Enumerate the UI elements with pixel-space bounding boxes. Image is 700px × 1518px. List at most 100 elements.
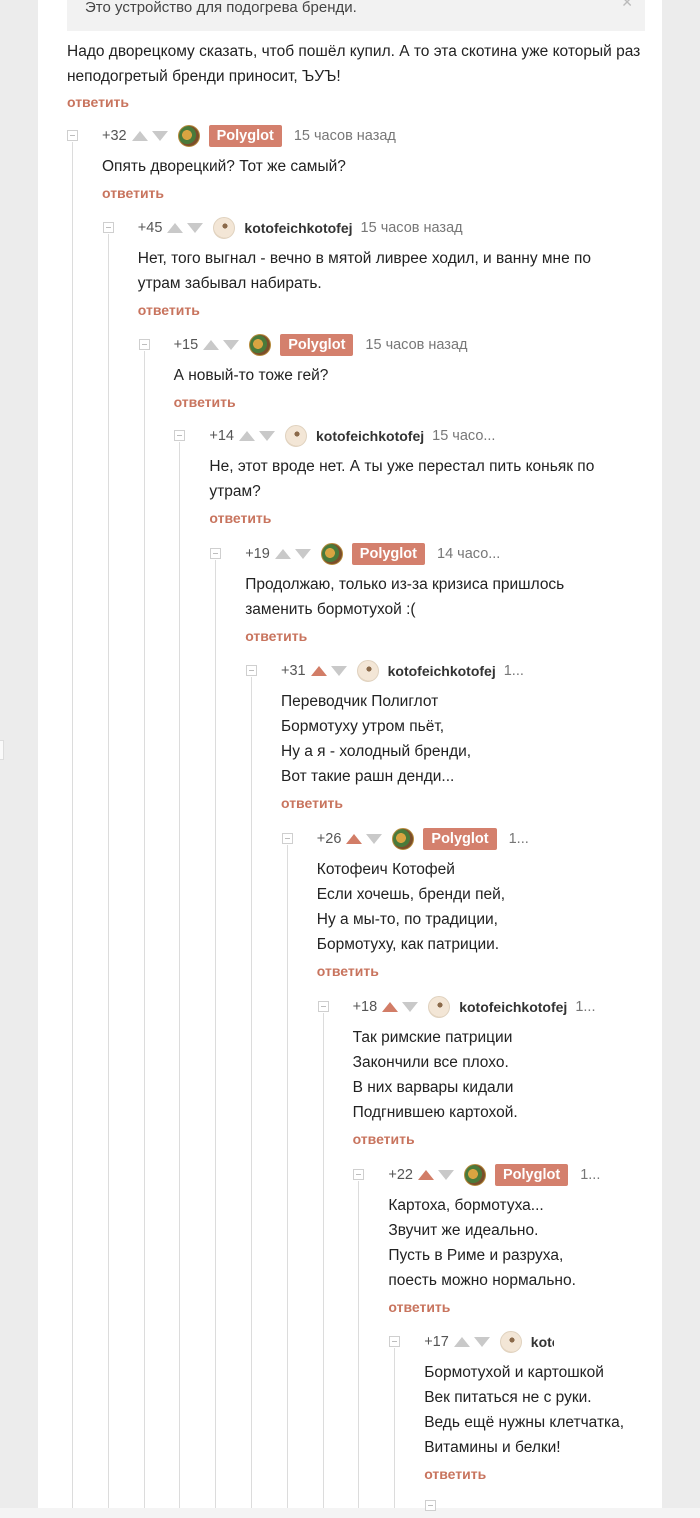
avatar[interactable] <box>249 334 272 356</box>
comment-text-line: Если хочешь, бренди пей, <box>316 886 506 903</box>
collapse-toggle[interactable] <box>138 339 150 350</box>
reply-link[interactable]: ответить <box>424 1466 486 1482</box>
collapse-toggle[interactable] <box>425 1500 436 1511</box>
reply-link[interactable]: ответить <box>245 628 307 644</box>
collapse-toggle[interactable] <box>174 430 186 441</box>
upvote-icon[interactable] <box>346 834 363 844</box>
username-link[interactable]: kotofeichkotofej <box>459 999 567 1015</box>
author-badge[interactable]: Polyglot <box>351 543 425 565</box>
collapse-toggle[interactable] <box>102 222 114 233</box>
upvote-icon[interactable] <box>382 1002 399 1012</box>
upvote-icon[interactable] <box>418 1170 434 1180</box>
thread-line[interactable] <box>358 1181 360 1508</box>
collapse-toggle[interactable] <box>210 548 222 559</box>
avatar[interactable] <box>464 1164 486 1186</box>
quote-text: Это устройство для подогрева бренди. <box>85 0 357 16</box>
avatar[interactable] <box>392 828 415 850</box>
username-link[interactable]: kotofeichkotofej <box>388 663 496 679</box>
thread-line[interactable] <box>286 845 288 1508</box>
comment-text-line: Котофеич Котофей <box>316 861 455 878</box>
upvote-icon[interactable] <box>274 549 291 559</box>
reply-link[interactable]: ответить <box>209 510 271 526</box>
username-link[interactable]: kotofeichkotofej <box>316 428 424 444</box>
reply-link[interactable]: ответить <box>102 185 164 201</box>
comment-text-line: утрам забывал набирать. <box>137 275 322 292</box>
downvote-icon[interactable] <box>223 340 240 350</box>
avatar[interactable] <box>499 1331 522 1353</box>
comment-text-line: Звучит же идеально. <box>388 1222 539 1239</box>
author-badge[interactable]: Polyglot <box>208 125 282 147</box>
collapse-toggle[interactable] <box>281 833 293 844</box>
comment-text-line: Опять дворецкий? Тот же самый? <box>102 158 346 175</box>
upvote-icon[interactable] <box>239 431 255 441</box>
comment-rating: +15 <box>173 337 199 353</box>
collapse-toggle[interactable] <box>317 1001 329 1012</box>
quoted-text: Это устройство для подогрева бренди. ✕ <box>67 0 645 31</box>
author-badge[interactable]: Polyglot <box>495 1164 569 1186</box>
reply-link[interactable]: ответить <box>138 302 200 318</box>
upvote-icon[interactable] <box>203 340 220 350</box>
thread-line[interactable] <box>251 677 252 1508</box>
thread-line[interactable] <box>394 1348 396 1508</box>
side-tab-handle[interactable] <box>0 740 4 760</box>
downvote-icon[interactable] <box>294 549 311 559</box>
upvote-icon[interactable] <box>453 1337 470 1347</box>
avatar[interactable] <box>177 125 200 147</box>
author-badge[interactable]: Polyglot <box>280 334 354 356</box>
avatar[interactable] <box>356 660 379 682</box>
comment-header: +18 kotofeichkotofej 1... <box>353 996 613 1018</box>
downvote-icon[interactable] <box>330 666 347 676</box>
comment-header: +22 Polyglot 1... <box>388 1164 608 1186</box>
upvote-icon[interactable] <box>167 223 184 233</box>
thread-line[interactable] <box>107 234 109 1508</box>
comment-text-line: поесть можно нормально. <box>388 1272 576 1289</box>
collapse-toggle[interactable] <box>389 1336 401 1347</box>
comment-rating: +22 <box>388 1167 413 1183</box>
comment-text-line: утрам? <box>209 483 261 500</box>
comment-timestamp: 1... <box>575 999 596 1015</box>
collapse-toggle[interactable] <box>246 665 257 676</box>
close-icon[interactable]: ✕ <box>621 0 633 10</box>
downvote-icon[interactable] <box>438 1170 454 1180</box>
comment-text-line: Подгнившею картохой. <box>352 1104 518 1121</box>
downvote-icon[interactable] <box>402 1002 419 1012</box>
thread-line[interactable] <box>215 560 217 1508</box>
thread-line[interactable] <box>143 351 145 1508</box>
collapse-toggle[interactable] <box>67 130 78 141</box>
reply-link[interactable]: ответить <box>174 394 236 410</box>
upvote-icon[interactable] <box>131 131 148 141</box>
comment-rating: +45 <box>137 220 163 236</box>
avatar[interactable] <box>285 425 307 447</box>
downvote-icon[interactable] <box>366 834 383 844</box>
reply-link[interactable]: ответить <box>388 1299 450 1315</box>
avatar[interactable] <box>320 543 343 565</box>
thread-line[interactable] <box>322 1013 324 1508</box>
comment-timestamp: 15 часо... <box>432 428 496 444</box>
reply-link[interactable]: ответить <box>353 1131 415 1147</box>
avatar[interactable] <box>428 996 451 1018</box>
comment-timestamp: 14 часо... <box>437 546 501 562</box>
comment-timestamp: 15 часов назад <box>360 220 463 236</box>
upvote-icon[interactable] <box>310 666 327 676</box>
collapse-toggle[interactable] <box>353 1169 365 1180</box>
downvote-icon[interactable] <box>473 1337 490 1347</box>
downvote-icon[interactable] <box>187 223 204 233</box>
author-badge[interactable]: Polyglot <box>423 828 497 850</box>
username-link[interactable]: kotofeichkotofej <box>244 220 352 236</box>
downvote-icon[interactable] <box>151 131 168 141</box>
comment-rating: +19 <box>245 546 270 562</box>
reply-link[interactable]: ответить <box>67 94 129 110</box>
downvote-icon[interactable] <box>259 431 275 441</box>
comment-header: +19 Polyglot 14 часо... <box>245 543 605 565</box>
comment-text-line: Переводчик Полиглот <box>281 693 439 710</box>
thread-line[interactable] <box>72 142 73 1508</box>
reply-link[interactable]: ответить <box>281 795 343 811</box>
reply-link[interactable]: ответить <box>317 963 379 979</box>
comment-text-line: Картоха, бормотуха... <box>388 1197 544 1214</box>
comment-timestamp: 15 часов назад <box>293 128 396 144</box>
avatar[interactable] <box>213 217 236 239</box>
page-footer-strip <box>0 1508 700 1518</box>
thread-line[interactable] <box>179 442 181 1508</box>
username-link[interactable]: kotofeichkotofej <box>531 1334 554 1350</box>
comment-rating: +17 <box>424 1334 449 1350</box>
